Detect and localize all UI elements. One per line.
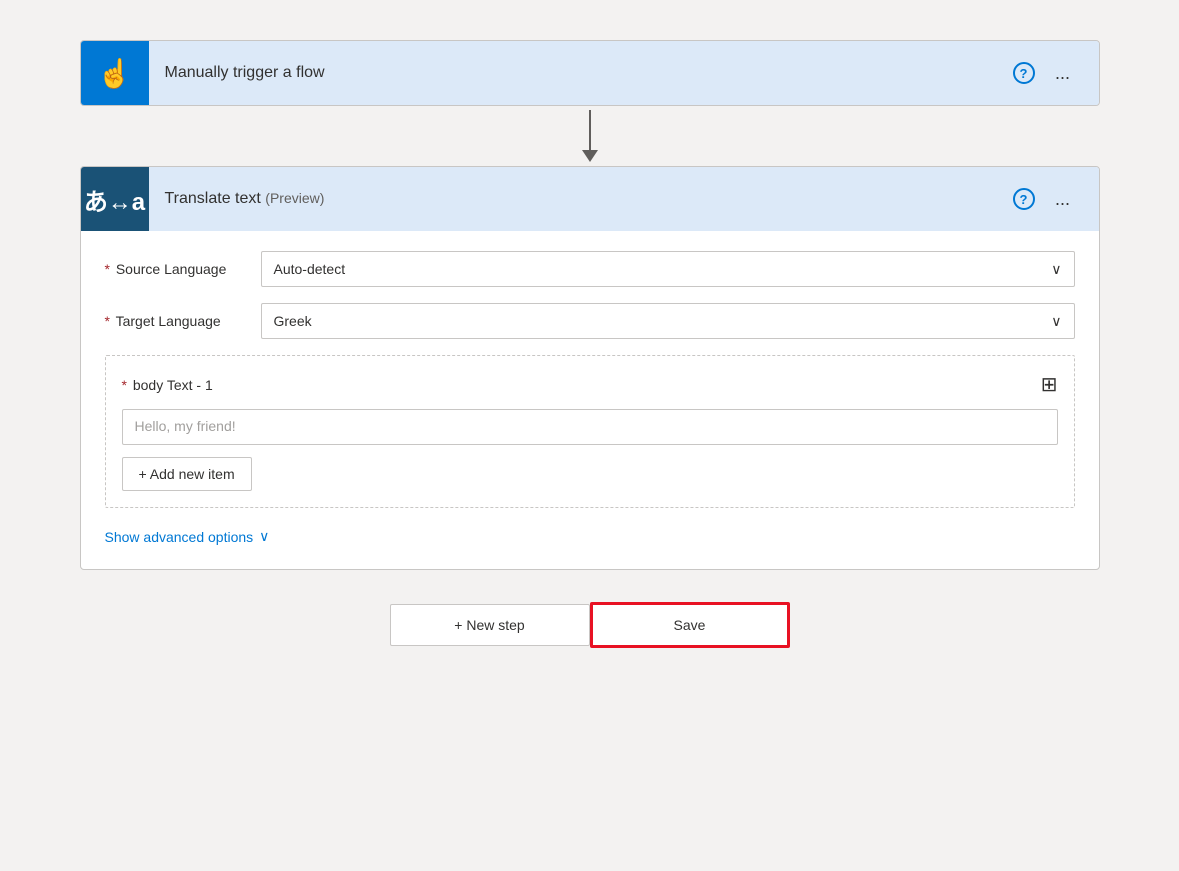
trigger-icon-wrapper: ☝ <box>81 41 149 105</box>
target-language-label: * Target Language <box>105 313 245 329</box>
body-text-input[interactable]: Hello, my friend! <box>122 409 1058 445</box>
translate-icon: あ↔a <box>84 182 145 217</box>
calendar-icon[interactable]: ⊞ <box>1041 372 1058 397</box>
show-advanced-options-link[interactable]: Show advanced options ∨ <box>105 524 1075 549</box>
translate-card-title: Translate text (Preview) <box>149 190 1013 208</box>
translate-card-actions: ? ... <box>1013 183 1099 215</box>
translate-card: あ↔a Translate text (Preview) ? ... * <box>80 166 1100 570</box>
translate-more-button[interactable]: ... <box>1047 183 1079 215</box>
new-step-button[interactable]: + New step <box>390 604 590 646</box>
translate-icon-wrapper: あ↔a <box>81 167 149 231</box>
add-new-item-button[interactable]: + Add new item <box>122 457 252 491</box>
trigger-icon: ☝ <box>97 57 132 90</box>
trigger-card-actions: ? ... <box>1013 57 1099 89</box>
trigger-card-header: ☝ Manually trigger a flow ? ... <box>81 41 1099 105</box>
body-text-header: * body Text - 1 ⊞ <box>122 372 1058 397</box>
source-language-label: * Source Language <box>105 261 245 277</box>
translate-icon-bg: あ↔a <box>81 167 149 231</box>
arrow-connector <box>582 106 598 166</box>
source-language-row: * Source Language Auto-detect ∨ <box>105 251 1075 287</box>
target-language-chevron: ∨ <box>1051 313 1061 330</box>
trigger-more-button[interactable]: ... <box>1047 57 1079 89</box>
trigger-card: ☝ Manually trigger a flow ? ... <box>80 40 1100 106</box>
arrow-head <box>582 150 598 162</box>
chevron-down-icon: ∨ <box>259 528 269 545</box>
body-text-label: * body Text - 1 <box>122 377 213 393</box>
flow-canvas: ☝ Manually trigger a flow ? ... あ↔a <box>80 40 1100 648</box>
target-language-dropdown[interactable]: Greek ∨ <box>261 303 1075 339</box>
source-language-chevron: ∨ <box>1051 261 1061 278</box>
translate-card-body: * Source Language Auto-detect ∨ * Target… <box>81 231 1099 569</box>
source-language-dropdown[interactable]: Auto-detect ∨ <box>261 251 1075 287</box>
translate-card-header: あ↔a Translate text (Preview) ? ... <box>81 167 1099 231</box>
target-language-row: * Target Language Greek ∨ <box>105 303 1075 339</box>
trigger-icon-bg: ☝ <box>81 41 149 105</box>
translate-help-button[interactable]: ? <box>1013 188 1035 210</box>
trigger-card-title: Manually trigger a flow <box>149 64 1013 82</box>
body-text-section: * body Text - 1 ⊞ Hello, my friend! + Ad… <box>105 355 1075 508</box>
trigger-help-button[interactable]: ? <box>1013 62 1035 84</box>
bottom-actions: + New step Save <box>390 602 790 648</box>
save-button[interactable]: Save <box>590 602 790 648</box>
arrow-line <box>589 110 591 150</box>
